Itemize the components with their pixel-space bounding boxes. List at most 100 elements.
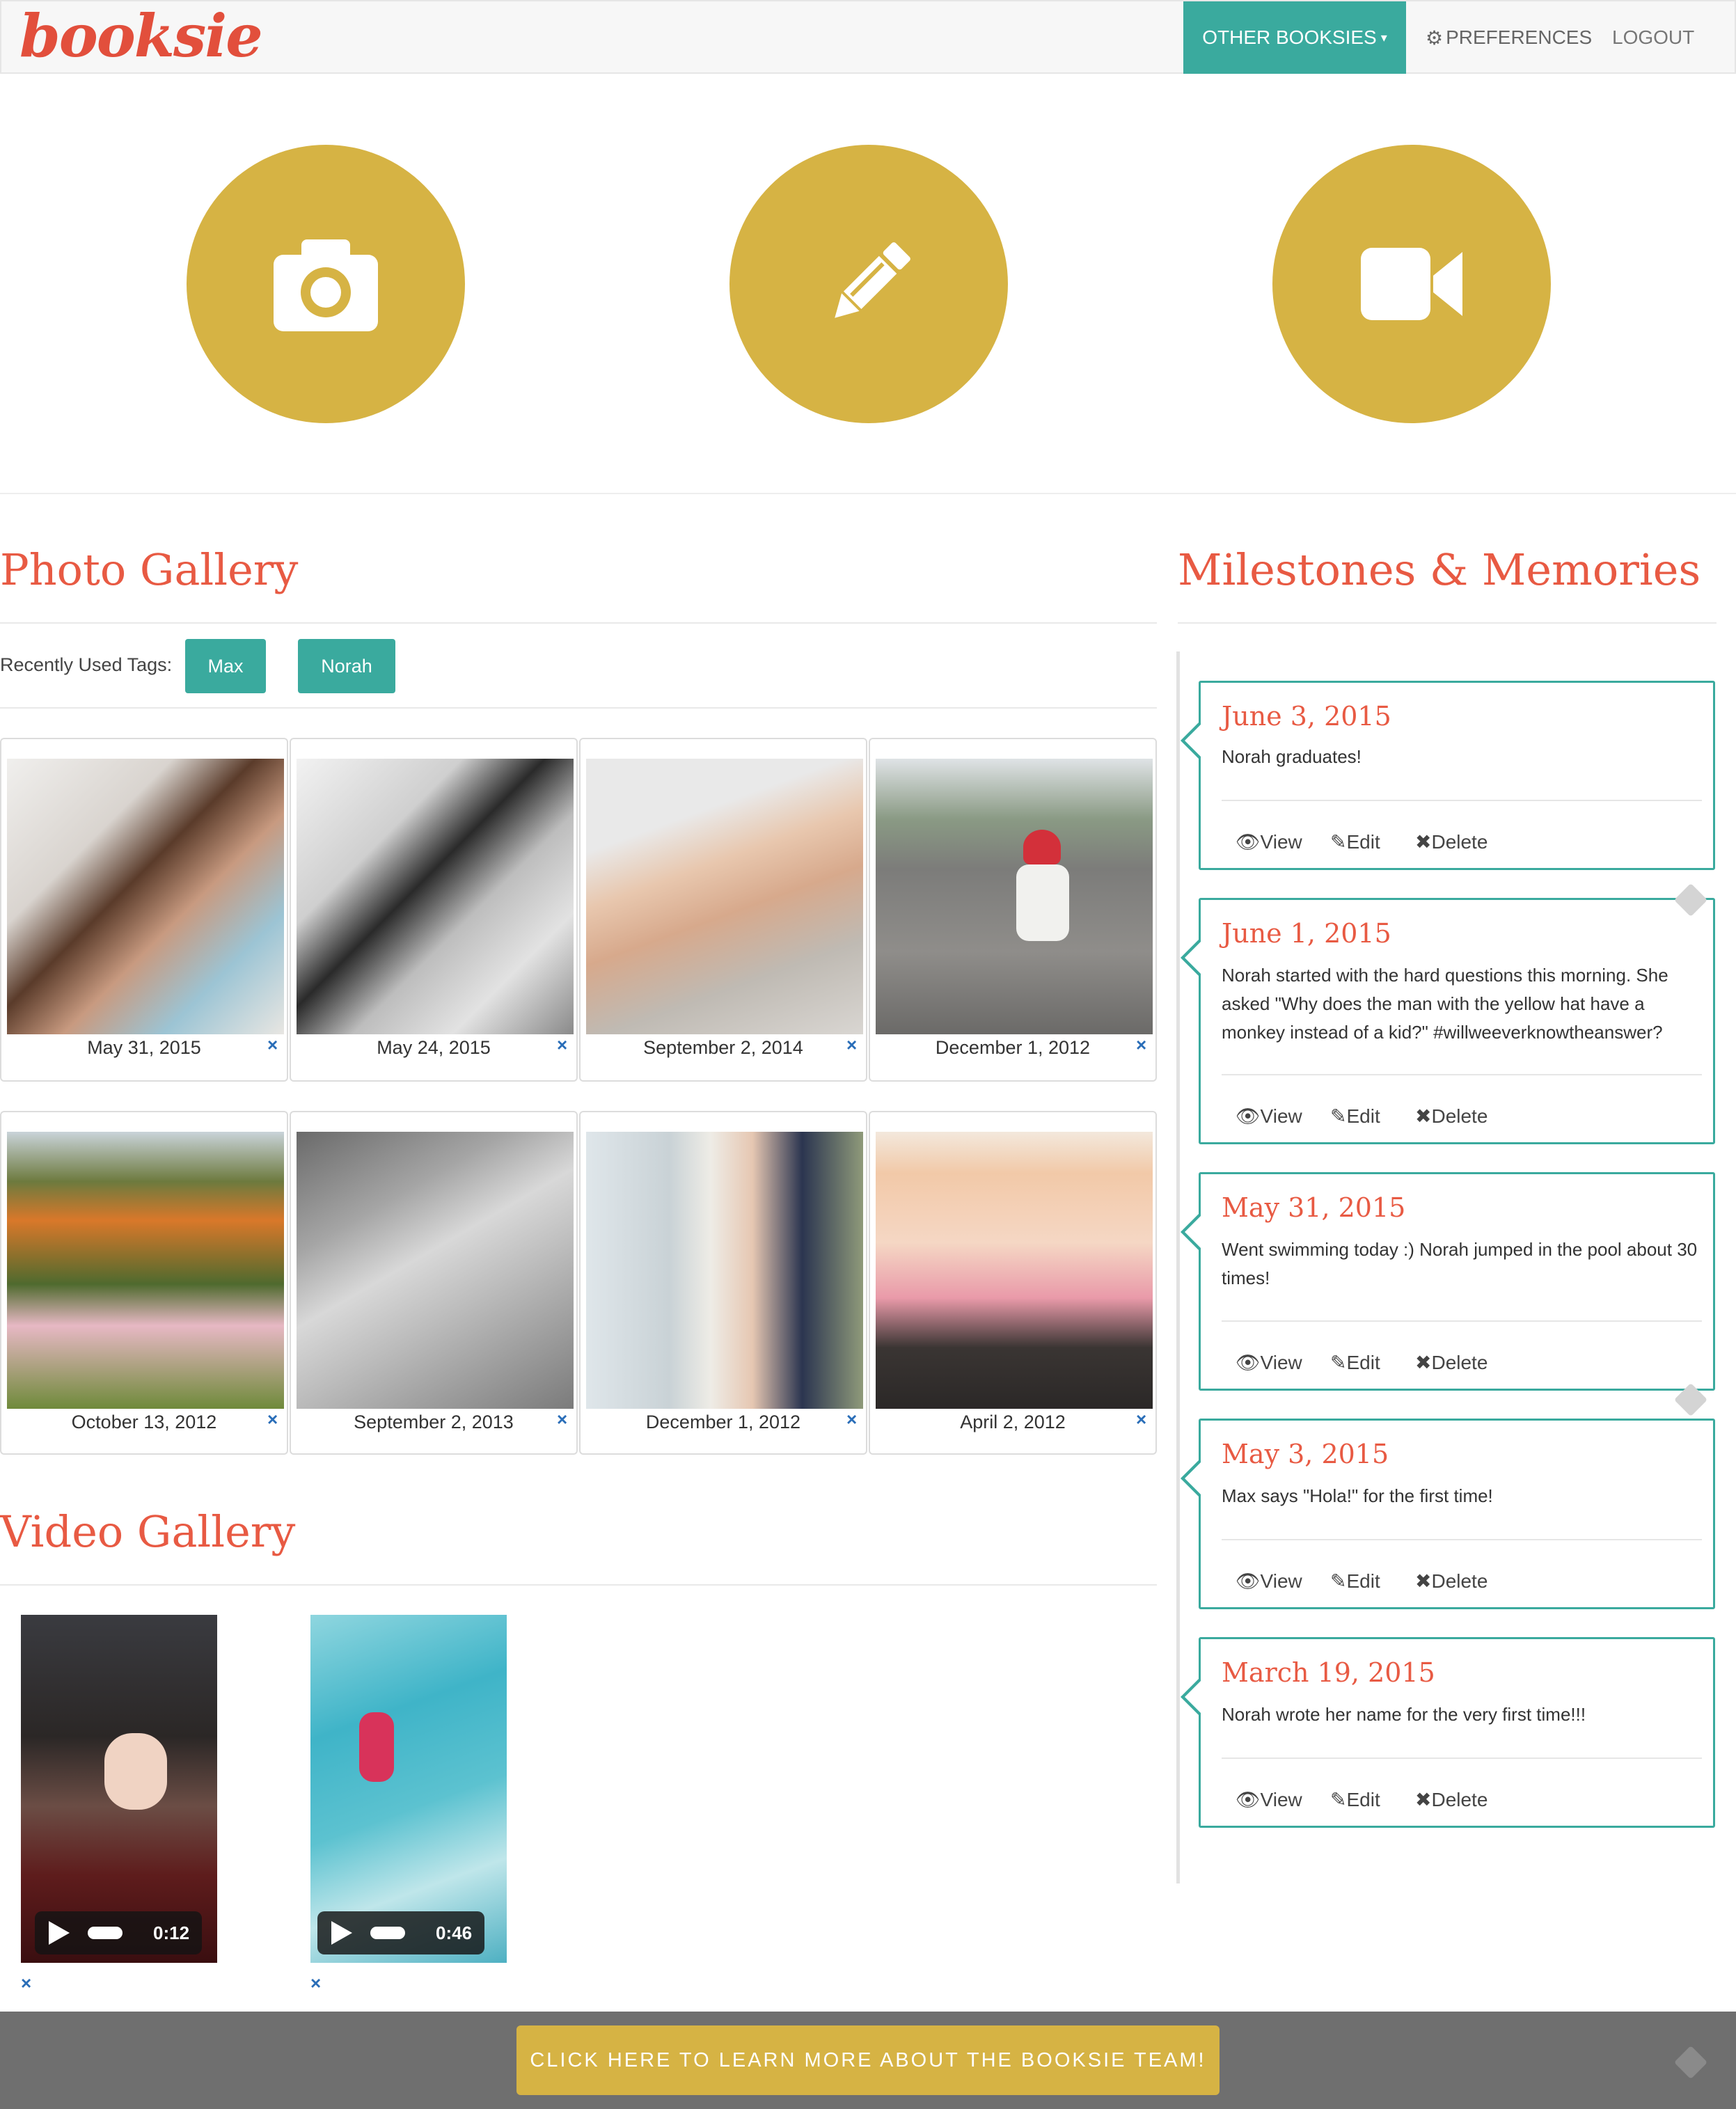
view-label: View [1260, 1789, 1302, 1810]
photo-image[interactable] [586, 1132, 863, 1409]
photo-date: September 2, 2014 [643, 1037, 803, 1058]
remove-photo-icon[interactable]: × [1136, 1034, 1146, 1056]
pencil-icon: ✎ [1330, 1789, 1347, 1810]
photo-card[interactable]: May 24, 2015 × [290, 738, 578, 1082]
milestone-separator [1222, 1757, 1702, 1759]
remove-video-icon[interactable]: × [21, 1973, 31, 1994]
tag-norah-button[interactable]: Norah [298, 639, 395, 693]
remove-photo-icon[interactable]: × [557, 1409, 567, 1430]
view-link[interactable]: 👁View [1236, 830, 1302, 853]
gear-icon: ⚙ [1426, 26, 1444, 49]
photo-image[interactable] [7, 1132, 284, 1409]
video-player-controls[interactable]: 0:12 [35, 1911, 202, 1954]
milestone-text: Norah started with the hard questions th… [1222, 965, 1668, 1043]
remove-photo-icon[interactable]: × [267, 1409, 278, 1430]
pencil-icon: ✎ [1330, 831, 1347, 853]
logout-link[interactable]: LOGOUT [1612, 1, 1694, 74]
pencil-icon [835, 242, 910, 318]
view-link[interactable]: 👁View [1236, 1570, 1302, 1593]
remove-photo-icon[interactable]: × [846, 1034, 857, 1056]
edit-link[interactable]: ✎Edit [1330, 1570, 1380, 1593]
eye-icon: 👁 [1236, 1105, 1261, 1127]
booksie-logo[interactable]: booksie [19, 1, 263, 70]
edit-link[interactable]: ✎Edit [1330, 1105, 1380, 1128]
view-link[interactable]: 👁View [1236, 1788, 1302, 1811]
remove-photo-icon[interactable]: × [846, 1409, 857, 1430]
video-thumbnail[interactable]: 0:12 [21, 1615, 217, 1963]
video-duration: 0:46 [436, 1922, 473, 1943]
milestone-text: Norah wrote her name for the very first … [1222, 1704, 1586, 1725]
photo-card[interactable]: October 13, 2012 × [0, 1111, 288, 1455]
tag-max-button[interactable]: Max [185, 639, 266, 693]
view-link[interactable]: 👁View [1236, 1351, 1302, 1374]
volume-slider[interactable] [88, 1927, 123, 1939]
photo-image[interactable] [586, 759, 863, 1034]
eye-icon: 👁 [1236, 831, 1261, 853]
milestone-pointer [1185, 1681, 1201, 1713]
milestone-separator [1222, 1320, 1702, 1322]
photo-card[interactable]: September 2, 2013 × [290, 1111, 578, 1455]
remove-photo-icon[interactable]: × [267, 1034, 278, 1056]
photo-card[interactable]: December 1, 2012 × [579, 1111, 867, 1455]
video-duration: 0:12 [153, 1922, 190, 1943]
add-video-button[interactable] [1272, 145, 1551, 423]
delete-label: Delete [1431, 1570, 1488, 1592]
preferences-link[interactable]: ⚙ PREFERENCES [1426, 1, 1592, 74]
add-memory-button[interactable] [729, 145, 1008, 423]
pencil-icon: ✎ [1330, 1105, 1347, 1127]
add-photo-button[interactable] [187, 145, 465, 423]
milestone-date: June 3, 2015 [1222, 701, 1391, 732]
delete-link[interactable]: ✖Delete [1415, 830, 1488, 853]
milestones-title: Milestones & Memories [1178, 544, 1701, 595]
view-label: View [1260, 831, 1302, 853]
x-icon: ✖ [1415, 1105, 1432, 1127]
milestone-date: June 1, 2015 [1222, 918, 1391, 949]
remove-video-icon[interactable]: × [310, 1973, 321, 1994]
video-thumbnail[interactable]: 0:46 [310, 1615, 507, 1963]
delete-link[interactable]: ✖Delete [1415, 1788, 1488, 1811]
play-icon[interactable] [49, 1921, 70, 1945]
photo-card[interactable]: April 2, 2012 × [869, 1111, 1157, 1455]
milestone-separator [1222, 1074, 1702, 1075]
remove-photo-icon[interactable]: × [1136, 1409, 1146, 1430]
photo-detail [1016, 864, 1069, 941]
edit-link[interactable]: ✎Edit [1330, 830, 1380, 853]
milestone-date: May 31, 2015 [1222, 1192, 1406, 1223]
video-player-controls[interactable]: 0:46 [317, 1911, 484, 1954]
photo-image[interactable] [876, 759, 1153, 1034]
remove-photo-icon[interactable]: × [557, 1034, 567, 1056]
milestone-pointer [1185, 1216, 1201, 1248]
milestone-card: June 3, 2015 Norah graduates! 👁View ✎Edi… [1199, 681, 1715, 870]
milestone-pointer [1185, 1462, 1201, 1494]
photo-card[interactable]: September 2, 2014 × [579, 738, 867, 1082]
other-booksies-dropdown[interactable]: OTHER BOOKSIES ▾ [1183, 1, 1406, 74]
delete-link[interactable]: ✖Delete [1415, 1105, 1488, 1128]
eye-icon: 👁 [1236, 1789, 1261, 1810]
delete-link[interactable]: ✖Delete [1415, 1351, 1488, 1374]
eye-icon: 👁 [1236, 1570, 1261, 1592]
delete-label: Delete [1431, 1352, 1488, 1373]
volume-slider[interactable] [370, 1927, 405, 1939]
caret-down-icon: ▾ [1380, 30, 1387, 45]
view-label: View [1260, 1570, 1302, 1592]
delete-label: Delete [1431, 831, 1488, 853]
photo-image[interactable] [876, 1132, 1153, 1409]
learn-more-button[interactable]: CLICK HERE TO LEARN MORE ABOUT THE BOOKS… [516, 2025, 1220, 2095]
delete-link[interactable]: ✖Delete [1415, 1570, 1488, 1593]
photo-card[interactable]: December 1, 2012 × [869, 738, 1157, 1082]
photo-image[interactable] [7, 759, 284, 1034]
photo-image[interactable] [297, 759, 574, 1034]
photo-date: December 1, 2012 [645, 1412, 801, 1432]
view-label: View [1260, 1352, 1302, 1373]
hero-divider [0, 493, 1736, 494]
view-link[interactable]: 👁View [1236, 1105, 1302, 1128]
edit-label: Edit [1346, 1105, 1380, 1127]
edit-link[interactable]: ✎Edit [1330, 1351, 1380, 1374]
edit-link[interactable]: ✎Edit [1330, 1788, 1380, 1811]
photo-card[interactable]: May 31, 2015 × [0, 738, 288, 1082]
photo-date: December 1, 2012 [935, 1037, 1091, 1058]
play-icon[interactable] [331, 1921, 352, 1945]
photo-image[interactable] [297, 1132, 574, 1409]
milestone-card: June 1, 2015 Norah started with the hard… [1199, 898, 1715, 1144]
preferences-label: PREFERENCES [1446, 26, 1593, 48]
